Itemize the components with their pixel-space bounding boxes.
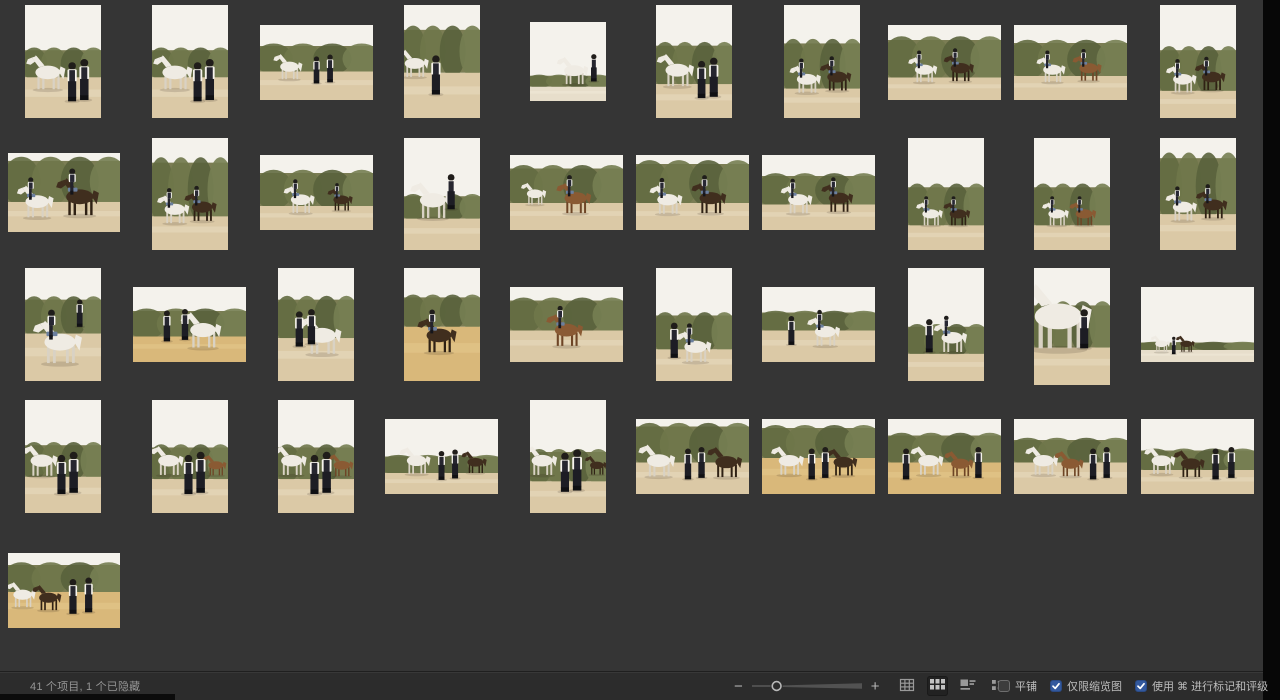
photo-thumbnail[interactable]: [1034, 268, 1110, 385]
photo-thumbnail[interactable]: [636, 155, 749, 230]
view-mode-thumb-info-button[interactable]: [957, 675, 979, 697]
photo-thumbnail[interactable]: [908, 138, 984, 250]
photo-thumbnail[interactable]: [1160, 5, 1236, 118]
option-label: 使用 ⌘ 进行标记和评级: [1152, 678, 1268, 694]
photo-thumbnail[interactable]: [385, 419, 498, 494]
thumbnail-grid: [0, 0, 1263, 672]
view-mode-grid-outline-button[interactable]: [896, 675, 918, 698]
photo-thumbnail[interactable]: [888, 419, 1001, 494]
photo-thumbnail[interactable]: [404, 138, 480, 250]
photo-thumbnail[interactable]: [908, 268, 984, 381]
option-checkbox-3[interactable]: 使用 ⌘ 进行标记和评级: [1135, 678, 1268, 694]
photo-thumbnail[interactable]: [260, 155, 373, 230]
photo-thumbnail[interactable]: [762, 155, 875, 230]
photo-thumbnail[interactable]: [530, 22, 606, 101]
status-bar: 41 个项目, 1 个已隐藏 − + 平铺仅限缩览图使用 ⌘ 进行标记和评级: [0, 671, 1263, 700]
option-label: 平铺: [1015, 678, 1037, 694]
photo-thumbnail[interactable]: [1014, 419, 1127, 494]
photo-thumbnail[interactable]: [1034, 138, 1110, 250]
photo-thumbnail[interactable]: [888, 25, 1001, 100]
zoom-out-button[interactable]: −: [732, 679, 745, 694]
photo-thumbnail[interactable]: [762, 287, 875, 362]
photo-thumbnail[interactable]: [510, 287, 623, 362]
option-checkbox-2[interactable]: 仅限缩览图: [1050, 678, 1122, 694]
checkbox-unchecked-icon[interactable]: [998, 680, 1010, 692]
window-bottom-edge: [0, 694, 175, 700]
photo-thumbnail[interactable]: [25, 400, 101, 513]
photo-thumbnail[interactable]: [133, 287, 246, 362]
photo-thumbnail[interactable]: [656, 5, 732, 118]
view-mode-grid-filled-button[interactable]: [927, 676, 948, 696]
browser-options: 平铺 仅限缩览图 使用 ⌘ 进行标记和评级: [998, 672, 1268, 700]
photo-thumbnail[interactable]: [152, 138, 228, 250]
checkbox-checked-icon[interactable]: [1135, 680, 1147, 692]
option-label: 仅限缩览图: [1067, 678, 1122, 694]
photo-thumbnail[interactable]: [25, 268, 101, 381]
photo-thumbnail[interactable]: [404, 268, 480, 381]
photo-thumbnail[interactable]: [656, 268, 732, 381]
photo-thumbnail[interactable]: [510, 155, 623, 230]
photo-thumbnail[interactable]: [152, 5, 228, 118]
photo-thumbnail[interactable]: [530, 400, 606, 513]
photo-thumbnail[interactable]: [1141, 287, 1254, 362]
photo-thumbnail[interactable]: [1014, 25, 1127, 100]
photo-thumbnail[interactable]: [404, 5, 480, 118]
thumbnail-size-slider[interactable]: [752, 678, 862, 694]
photo-thumbnail[interactable]: [636, 419, 749, 494]
grid-outline-icon: [899, 678, 915, 695]
right-panel-edge: [1263, 0, 1280, 700]
option-checkbox-1[interactable]: 平铺: [998, 678, 1037, 694]
checkbox-checked-icon[interactable]: [1050, 680, 1062, 692]
photo-thumbnail[interactable]: [8, 553, 120, 628]
photo-thumbnail[interactable]: [25, 5, 101, 118]
photo-thumbnail[interactable]: [152, 400, 228, 513]
photo-thumbnail[interactable]: [278, 400, 354, 513]
zoom-in-button[interactable]: +: [869, 679, 882, 694]
photo-thumbnail[interactable]: [762, 419, 875, 494]
photo-thumbnail[interactable]: [278, 268, 354, 381]
photo-thumbnail[interactable]: [1160, 138, 1236, 250]
photo-thumbnail[interactable]: [260, 25, 373, 100]
photo-thumbnail[interactable]: [784, 5, 860, 118]
photo-thumbnail[interactable]: [1141, 419, 1254, 494]
grid-filled-icon: [930, 679, 945, 693]
view-mode-switcher: [896, 672, 1010, 700]
thumb-info-icon: [960, 678, 976, 694]
thumbnail-zoom-control: − +: [732, 672, 882, 700]
photo-thumbnail[interactable]: [8, 153, 120, 232]
